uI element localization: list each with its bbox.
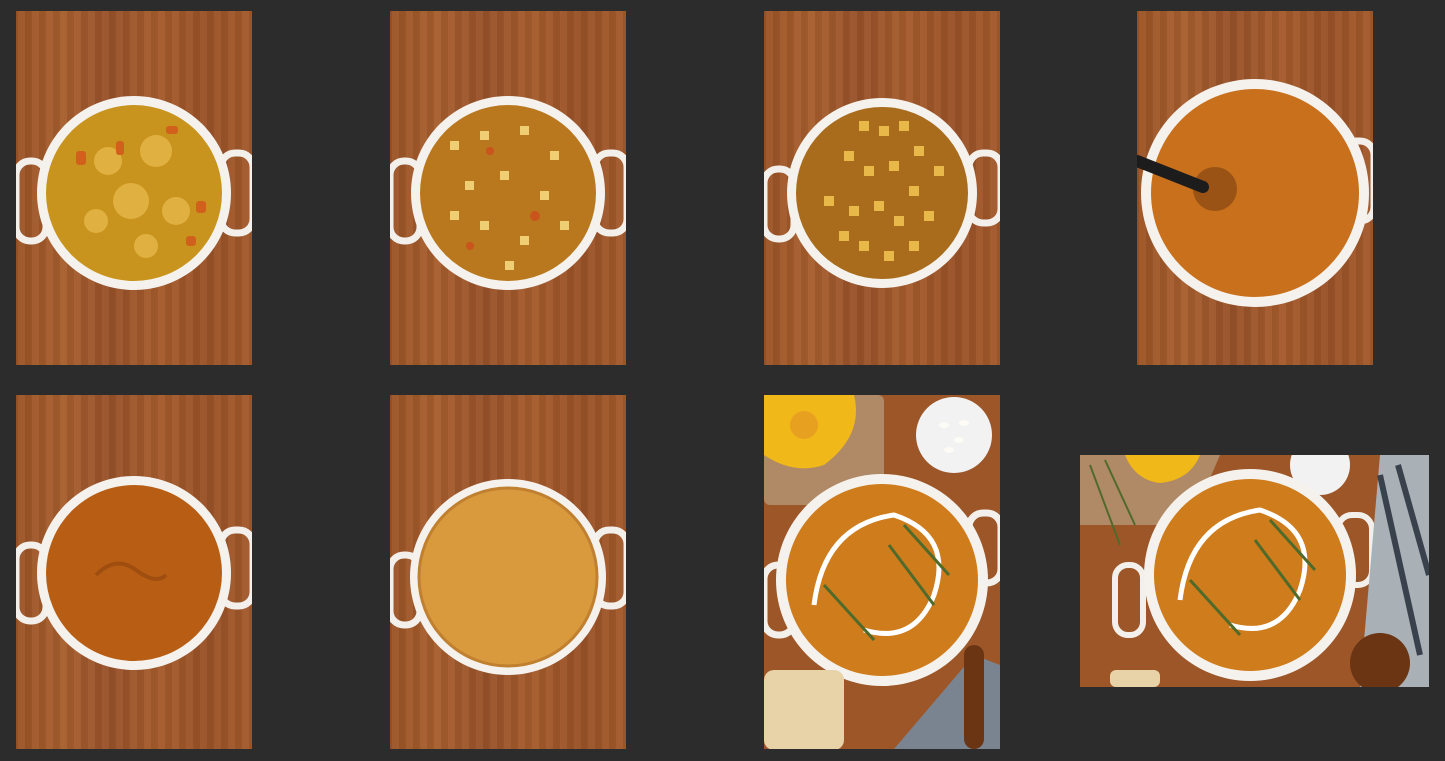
pot-sauteed-vegetables-illustration <box>16 96 252 290</box>
garnished-soup-landscape-illustration <box>1080 455 1429 687</box>
pot-broth-squash-cubes-illustration <box>390 96 626 290</box>
gallery-image-5[interactable] <box>16 395 252 749</box>
gallery-image-6[interactable] <box>390 395 626 749</box>
garnished-soup-portrait-illustration <box>764 395 1000 749</box>
gallery-image-1[interactable] <box>16 11 252 365</box>
pot-immersion-blender-illustration <box>1137 79 1373 307</box>
pot-creamy-soup-illustration <box>390 479 626 675</box>
gallery-image-4[interactable] <box>1137 11 1373 365</box>
pot-simmered-squash-illustration <box>764 98 1000 288</box>
gallery-image-3[interactable] <box>764 11 1000 365</box>
pot-pureed-soup-illustration <box>16 476 252 670</box>
gallery-image-8[interactable] <box>1080 455 1429 687</box>
gallery-image-2[interactable] <box>390 11 626 365</box>
gallery-image-7[interactable] <box>764 395 1000 749</box>
